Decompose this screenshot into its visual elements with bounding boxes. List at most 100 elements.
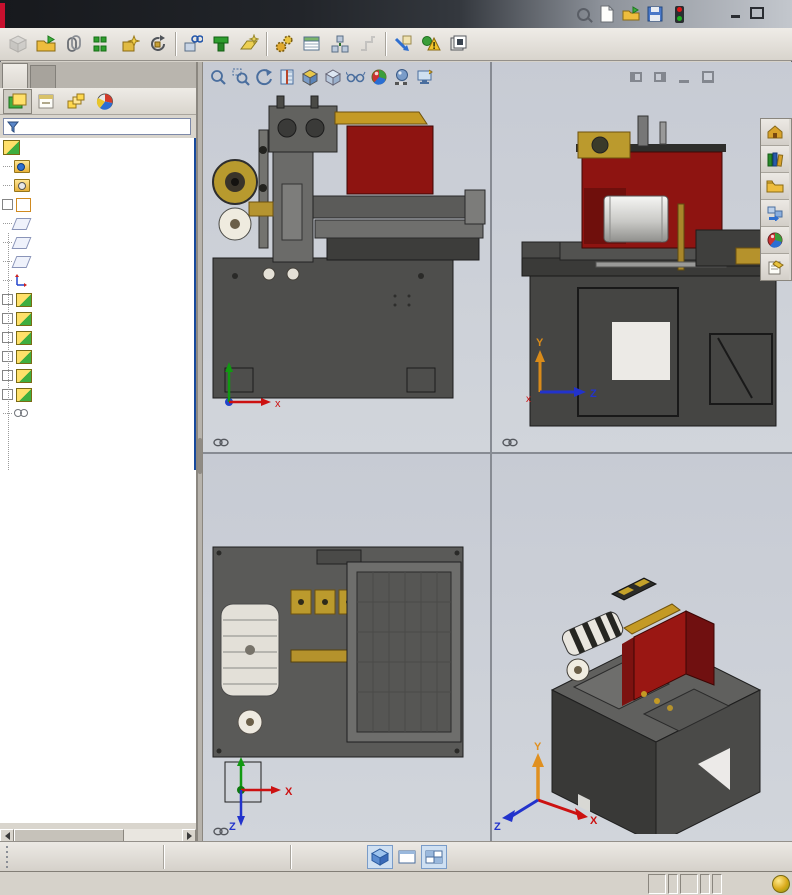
menu-file[interactable] (148, 0, 174, 28)
view-settings-button[interactable] (414, 65, 436, 89)
viewport-left[interactable]: Y Z x (492, 62, 792, 452)
tree-item-origin[interactable] (0, 271, 196, 290)
polygon-tool-button[interactable] (88, 845, 112, 869)
bill-of-materials-button[interactable] (298, 30, 326, 58)
tree-filter-input[interactable] (3, 118, 191, 135)
tab-sketch[interactable] (30, 65, 56, 88)
hide-show-items-button[interactable] (345, 65, 367, 89)
restore-button[interactable] (748, 5, 766, 21)
exploded-view-button[interactable] (326, 30, 354, 58)
pane-right-button[interactable] (651, 70, 668, 84)
view-orientation-button[interactable] (299, 65, 321, 89)
appearances-button[interactable] (761, 227, 789, 254)
grid-tool-button[interactable] (318, 845, 342, 869)
save-button[interactable] (644, 3, 666, 25)
viewport-isometric[interactable]: Y X Z (492, 454, 792, 841)
tree-root[interactable] (0, 138, 196, 157)
zoom-fit-button[interactable] (207, 65, 229, 89)
viewport-divider-horizontal[interactable] (203, 452, 792, 454)
single-pane-button[interactable] (395, 846, 419, 868)
triangle-tool-button[interactable] (342, 845, 366, 869)
four-pane-button[interactable] (421, 844, 447, 869)
take-snapshot-button[interactable] (445, 30, 473, 58)
line-tool-button[interactable] (64, 845, 88, 869)
display-style-button[interactable] (322, 65, 344, 89)
pane-left-button[interactable] (627, 70, 644, 84)
menu-insert[interactable] (226, 0, 252, 28)
tree-item-component-roller[interactable] (0, 385, 196, 404)
three-point-arc-tool-button[interactable] (191, 845, 215, 869)
help-button[interactable] (692, 3, 714, 25)
tree-item-sensors[interactable] (0, 176, 196, 195)
tree-item-front-plane[interactable] (0, 214, 196, 233)
perpendicular-tool-button[interactable] (239, 845, 263, 869)
shaded-view-button[interactable] (367, 844, 393, 869)
doc-minimize-button[interactable] (675, 70, 692, 84)
trim-tool-button[interactable] (112, 845, 136, 869)
tree-item-top-plane[interactable] (0, 233, 196, 252)
display-manager-tab[interactable] (90, 89, 119, 114)
parallel-tool-button[interactable] (215, 845, 239, 869)
new-document-button[interactable] (596, 3, 618, 25)
show-hidden-components-button[interactable] (179, 30, 207, 58)
assembly-features-button[interactable] (207, 30, 235, 58)
close-button[interactable] (770, 5, 788, 21)
zoom-area-button[interactable] (230, 65, 252, 89)
menu-view[interactable] (200, 0, 226, 28)
section-view-button[interactable] (276, 65, 298, 89)
previous-view-button[interactable] (253, 65, 275, 89)
scrollbar-track[interactable] (124, 829, 182, 841)
angle-tool-button[interactable] (136, 845, 160, 869)
menu-help[interactable] (304, 0, 330, 28)
tree-item-history[interactable] (0, 157, 196, 176)
tree-item-component-table[interactable] (0, 309, 196, 328)
rebuild-traffic-light-button[interactable] (668, 3, 690, 25)
tree-item-component-74a[interactable] (0, 347, 196, 366)
resource-monitor-icon[interactable] (772, 874, 790, 893)
doc-close-button[interactable] (723, 70, 740, 84)
doc-restore-button[interactable] (699, 70, 716, 84)
tree-item-right-plane[interactable] (0, 252, 196, 271)
new-motion-study-button[interactable] (270, 30, 298, 58)
viewport-top[interactable]: X Z (203, 454, 490, 841)
linear-component-pattern-button[interactable] (88, 30, 116, 58)
open-document-button[interactable] (620, 3, 642, 25)
tree-item-annotations[interactable] (0, 195, 196, 214)
interference-detection-button[interactable] (389, 30, 417, 58)
menu-edit[interactable] (174, 0, 200, 28)
mate-button[interactable] (60, 30, 88, 58)
tree-item-mates[interactable] (0, 404, 196, 423)
simulation-advisor-button[interactable] (417, 30, 445, 58)
tangent-arc-tool-button[interactable] (167, 845, 191, 869)
insert-components-button[interactable] (4, 30, 32, 58)
circle-tool-button[interactable] (40, 845, 64, 869)
reference-geometry-button[interactable] (235, 30, 263, 58)
construction-tool-button[interactable] (263, 845, 287, 869)
splitter-handle[interactable] (198, 438, 202, 474)
tree-item-component-bed[interactable] (0, 290, 196, 309)
tree-item-component-wireframe[interactable] (0, 328, 196, 347)
file-explorer-button[interactable] (761, 173, 789, 200)
explode-line-sketch-button[interactable] (354, 30, 382, 58)
design-library-button[interactable] (761, 146, 789, 173)
panel-horizontal-scrollbar[interactable] (0, 829, 196, 843)
expand-icon[interactable] (2, 199, 13, 210)
tab-assembly[interactable] (2, 63, 28, 88)
dimension-tool-button[interactable] (294, 845, 318, 869)
tree-item-component-74b[interactable] (0, 366, 196, 385)
point-tool-button[interactable] (16, 845, 40, 869)
custom-properties-button[interactable] (761, 254, 789, 280)
home-button[interactable] (761, 119, 789, 146)
menu-tools[interactable] (252, 0, 278, 28)
open-part-button[interactable] (32, 30, 60, 58)
feature-manager-tab[interactable] (3, 88, 32, 114)
move-component-button[interactable] (144, 30, 172, 58)
smart-fasteners-button[interactable] (116, 30, 144, 58)
property-manager-tab[interactable] (32, 89, 61, 114)
viewport-front[interactable]: x (203, 62, 490, 452)
minimize-button[interactable] (726, 5, 744, 21)
edit-appearance-button[interactable] (368, 65, 390, 89)
toolbar-drag-handle[interactable] (4, 845, 10, 868)
apply-scene-button[interactable] (391, 65, 413, 89)
search-icon[interactable] (572, 3, 594, 25)
